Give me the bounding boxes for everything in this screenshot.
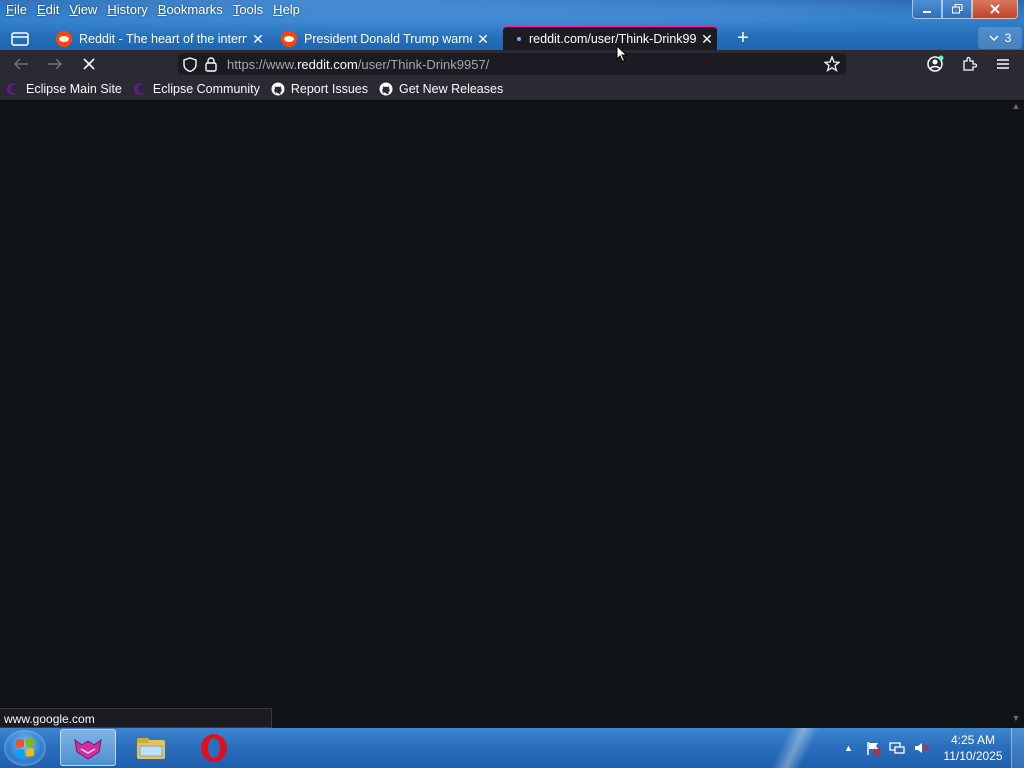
start-button[interactable]: [4, 730, 46, 766]
url-host: reddit.com: [297, 57, 358, 72]
taskbar-file-explorer[interactable]: [123, 729, 179, 766]
hamburger-menu-icon: [997, 59, 1009, 69]
librewolf-icon: [74, 738, 102, 760]
menu-view[interactable]: View: [64, 0, 102, 20]
lock-icon[interactable]: [203, 56, 219, 72]
stop-icon: [83, 58, 95, 70]
tab-count: 3: [1004, 31, 1012, 45]
list-all-tabs-button[interactable]: 3: [978, 27, 1022, 49]
tab-close-button[interactable]: ✕: [700, 31, 714, 48]
reddit-icon: [56, 31, 72, 47]
bookmark-eclipse-main-site[interactable]: Eclipse Main Site: [0, 78, 127, 100]
extensions-button[interactable]: [958, 54, 980, 74]
taskbar-opera[interactable]: [186, 729, 242, 766]
app-menu-button[interactable]: [992, 54, 1014, 74]
stop-button[interactable]: [78, 54, 100, 74]
bookmark-star-icon[interactable]: [824, 56, 840, 72]
opera-icon: [201, 733, 227, 762]
menu-history[interactable]: History: [102, 0, 152, 20]
github-icon: [379, 82, 393, 96]
network-icon[interactable]: [889, 740, 905, 756]
minimize-icon: [923, 11, 931, 13]
chevron-down-icon: [989, 35, 999, 42]
taskbar-clock[interactable]: 4:25 AM 11/10/2025: [940, 732, 1006, 764]
tab-reddit-home[interactable]: Reddit - The heart of the internet ✕: [56, 27, 266, 51]
tab-title: President Donald Trump warned: [304, 32, 472, 46]
clock-date: 11/10/2025: [943, 749, 1003, 763]
firefox-view-button[interactable]: [8, 28, 32, 50]
window-titlebar: File Edit View History Bookmarks Tools H…: [0, 0, 1024, 52]
menu-file[interactable]: File: [0, 0, 32, 20]
tab-reddit-user[interactable]: reddit.com/user/Think-Drink9957/ ✕: [503, 25, 717, 51]
bookmark-label: Report Issues: [290, 82, 368, 96]
action-center-flag-icon[interactable]: [865, 740, 881, 756]
taskbar: ▲ 4:25 AM 11/10/2025: [0, 728, 1024, 768]
url-prefix: https://www.: [227, 57, 298, 72]
restore-button[interactable]: [942, 0, 972, 19]
close-icon: [990, 4, 1000, 14]
tracking-shield-icon[interactable]: [182, 56, 198, 72]
url-bar[interactable]: https://www.reddit.com/user/Think-Drink9…: [178, 53, 846, 75]
eclipse-icon: [6, 82, 20, 96]
forward-button[interactable]: [44, 54, 66, 74]
menubar: File Edit View History Bookmarks Tools H…: [0, 0, 305, 20]
taskbar-librewolf[interactable]: [60, 729, 116, 766]
close-window-button[interactable]: [972, 0, 1018, 19]
navigation-toolbar: https://www.reddit.com/user/Think-Drink9…: [0, 50, 1024, 78]
loading-dot-icon: [517, 37, 521, 41]
tab-close-button[interactable]: ✕: [251, 31, 265, 48]
url-text[interactable]: https://www.reddit.com/user/Think-Drink9…: [227, 57, 489, 72]
windows-logo-icon: [16, 738, 34, 758]
window-controls: [912, 0, 1018, 19]
show-desktop-button[interactable]: [1011, 728, 1024, 768]
scroll-up-icon[interactable]: ▲: [1011, 101, 1021, 111]
file-explorer-icon: [137, 737, 165, 759]
volume-muted-icon[interactable]: [913, 740, 929, 756]
back-arrow-icon: [13, 58, 28, 70]
bookmark-get-new-releases[interactable]: Get New Releases: [373, 78, 508, 100]
scroll-down-icon[interactable]: ▼: [1011, 713, 1021, 723]
menu-tools[interactable]: Tools: [228, 0, 268, 20]
back-button[interactable]: [10, 54, 32, 74]
tab-trump-post[interactable]: President Donald Trump warned ✕: [281, 27, 491, 51]
bookmark-label: Eclipse Community: [152, 82, 260, 96]
tab-title: Reddit - The heart of the internet: [79, 32, 247, 46]
tab-close-button[interactable]: ✕: [476, 31, 490, 48]
restore-icon: [951, 4, 962, 14]
menu-edit[interactable]: Edit: [32, 0, 64, 20]
status-link-preview: www.google.com: [0, 708, 272, 728]
show-hidden-icons-button[interactable]: ▲: [844, 743, 853, 753]
vertical-scrollbar[interactable]: ▲ ▼: [1008, 101, 1024, 728]
bookmark-label: Eclipse Main Site: [26, 82, 122, 96]
account-icon: [927, 55, 944, 72]
github-icon: [271, 82, 285, 96]
forward-arrow-icon: [48, 58, 63, 70]
system-tray: ▲: [844, 728, 929, 768]
url-path: /user/Think-Drink9957/: [357, 57, 490, 72]
clock-time: 4:25 AM: [950, 733, 996, 747]
plus-icon: +: [737, 27, 749, 49]
firefox-view-icon: [11, 32, 29, 46]
bookmark-report-issues[interactable]: Report Issues: [265, 78, 373, 100]
bookmark-eclipse-community[interactable]: Eclipse Community: [127, 78, 265, 100]
menu-help[interactable]: Help: [268, 0, 305, 20]
account-button[interactable]: [924, 54, 946, 74]
page-content[interactable]: [0, 101, 1024, 728]
new-tab-button[interactable]: +: [733, 27, 753, 49]
bookmark-label: Get New Releases: [398, 82, 504, 96]
minimize-button[interactable]: [912, 0, 942, 19]
tab-strip: Reddit - The heart of the internet ✕ Pre…: [0, 24, 1024, 52]
puzzle-icon: [963, 56, 977, 71]
mouse-cursor-icon: [616, 45, 628, 63]
bookmarks-toolbar: Eclipse Main Site Eclipse Community Repo…: [0, 78, 1024, 101]
tab-title: reddit.com/user/Think-Drink9957/: [529, 32, 696, 46]
reddit-icon: [281, 31, 297, 47]
menu-bookmarks[interactable]: Bookmarks: [153, 0, 228, 20]
eclipse-icon: [133, 82, 147, 96]
